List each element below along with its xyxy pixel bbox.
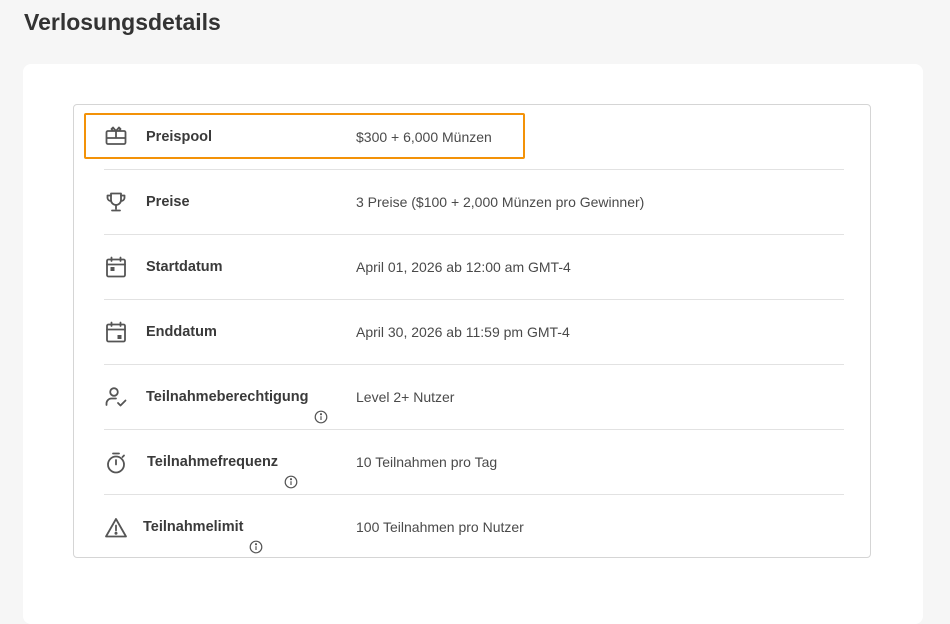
detail-value: 10 Teilnahmen pro Tag xyxy=(356,454,498,470)
detail-label: Teilnahmelimit xyxy=(143,495,263,559)
detail-value: 100 Teilnahmen pro Nutzer xyxy=(356,519,524,535)
stopwatch-icon xyxy=(104,451,128,475)
warning-icon xyxy=(104,516,128,540)
detail-value: 3 Preise ($100 + 2,000 Münzen pro Gewinn… xyxy=(356,194,645,210)
detail-label: Teilnahmeberechtigung xyxy=(146,365,328,429)
detail-row-eligibility: Teilnahmeberechtigung Level 2+ Nutzer xyxy=(104,365,844,430)
detail-value: April 30, 2026 ab 11:59 pm GMT-4 xyxy=(356,324,570,340)
detail-label: Preise xyxy=(146,194,190,210)
detail-row-limit: Teilnahmelimit 100 Teilnahmen pro Nutzer xyxy=(104,495,844,560)
detail-label: Enddatum xyxy=(146,324,217,340)
user-check-icon xyxy=(104,385,128,409)
detail-value: $300 + 6,000 Münzen xyxy=(356,129,492,145)
trophy-icon xyxy=(104,190,128,214)
detail-label-text: Teilnahmefrequenz xyxy=(147,454,279,470)
detail-value: Level 2+ Nutzer xyxy=(356,389,455,405)
detail-label-text: Teilnahmelimit xyxy=(143,519,244,535)
detail-row-prizes: Preise 3 Preise ($100 + 2,000 Münzen pro… xyxy=(104,170,844,235)
calendar-end-icon xyxy=(104,320,128,344)
detail-label: Teilnahmefrequenz xyxy=(147,430,298,494)
detail-label: Startdatum xyxy=(146,259,223,275)
details-list: Preispool $300 + 6,000 Münzen Preise 3 P… xyxy=(73,104,871,558)
info-icon[interactable] xyxy=(284,453,298,489)
detail-label: Preispool xyxy=(146,129,213,145)
calendar-start-icon xyxy=(104,255,128,279)
detail-row-prize-pool: Preispool $300 + 6,000 Münzen xyxy=(104,105,844,170)
info-icon[interactable] xyxy=(314,388,328,424)
detail-row-start-date: Startdatum April 01, 2026 ab 12:00 am GM… xyxy=(104,235,844,300)
info-icon[interactable] xyxy=(249,518,263,554)
gift-card-icon xyxy=(104,124,128,148)
detail-row-frequency: Teilnahmefrequenz 10 Teilnahmen pro Tag xyxy=(104,430,844,495)
page-title: Verlosungsdetails xyxy=(24,9,221,35)
detail-value: April 01, 2026 ab 12:00 am GMT-4 xyxy=(356,259,571,275)
detail-row-end-date: Enddatum April 30, 2026 ab 11:59 pm GMT-… xyxy=(104,300,844,365)
detail-label-text: Teilnahmeberechtigung xyxy=(146,389,309,405)
